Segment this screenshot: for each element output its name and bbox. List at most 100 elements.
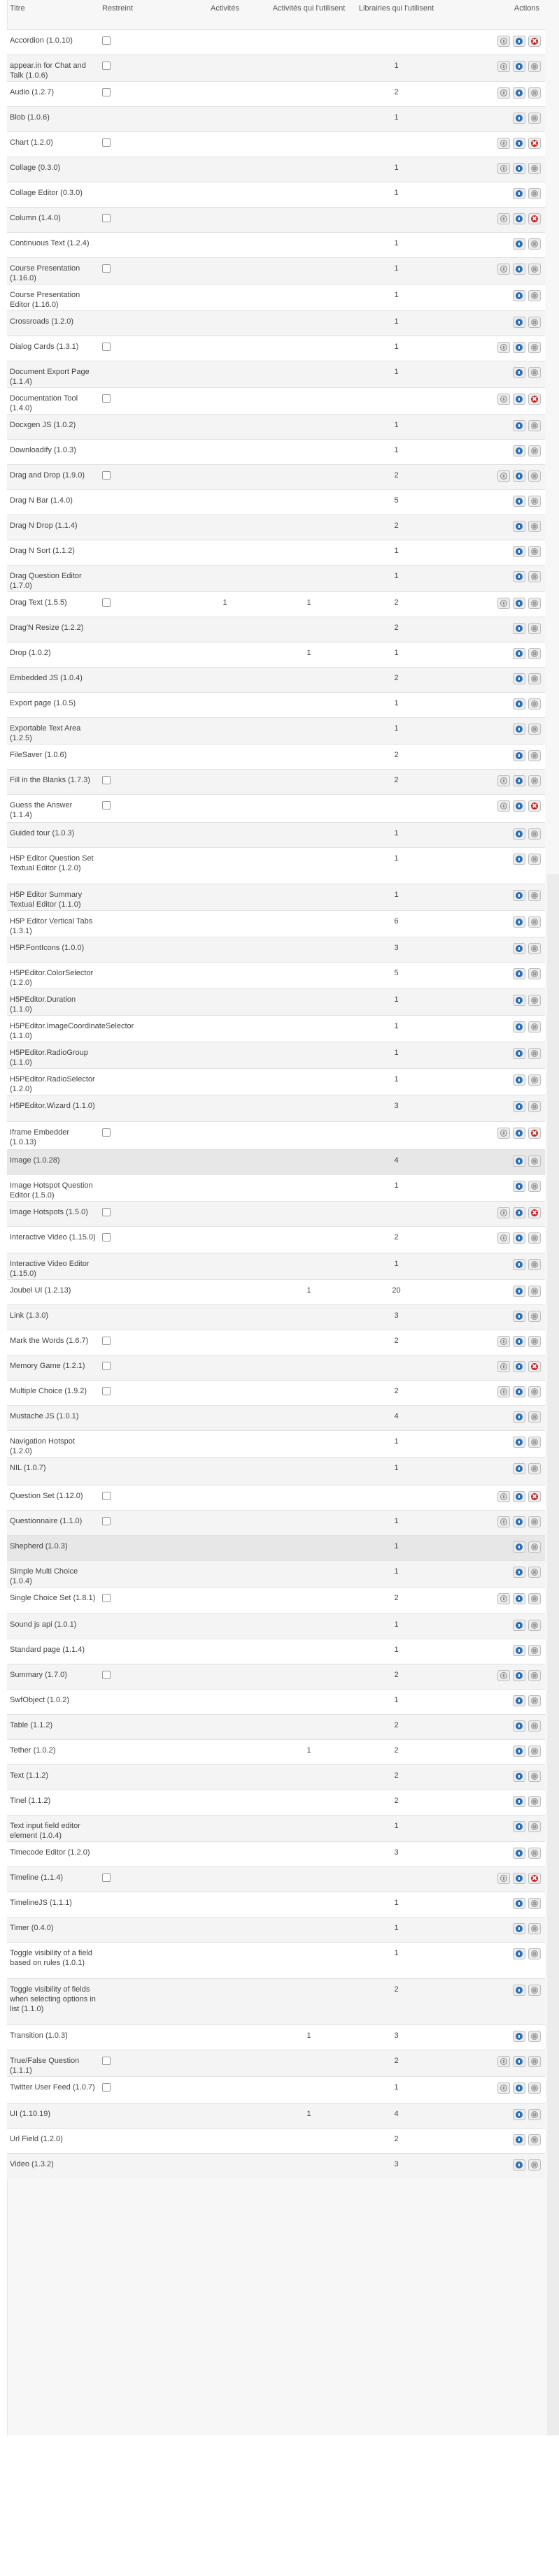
info-button[interactable] — [513, 1645, 525, 1656]
info-button[interactable] — [513, 1437, 525, 1448]
restricted-checkbox[interactable] — [102, 264, 111, 273]
info-button[interactable] — [513, 1670, 525, 1681]
upgrade-button[interactable] — [497, 1386, 510, 1397]
upgrade-button[interactable] — [497, 470, 510, 482]
upgrade-button[interactable] — [497, 342, 510, 353]
info-button[interactable] — [513, 2082, 525, 2094]
info-button[interactable] — [513, 317, 525, 328]
info-button[interactable] — [513, 2031, 525, 2042]
info-button[interactable] — [513, 264, 525, 275]
info-button[interactable] — [513, 1567, 525, 1578]
upgrade-button[interactable] — [497, 1232, 510, 1244]
restricted-checkbox[interactable] — [102, 1337, 111, 1345]
info-button[interactable] — [513, 1491, 525, 1502]
info-button[interactable] — [513, 698, 525, 710]
info-button[interactable] — [513, 445, 525, 456]
info-button[interactable] — [513, 546, 525, 557]
info-button[interactable] — [513, 1311, 525, 1322]
info-button[interactable] — [513, 2159, 525, 2171]
info-button[interactable] — [513, 290, 525, 301]
info-button[interactable] — [513, 598, 525, 609]
upgrade-button[interactable] — [497, 213, 510, 224]
info-button[interactable] — [513, 1336, 525, 1347]
restricted-checkbox[interactable] — [102, 1128, 111, 1137]
upgrade-button[interactable] — [497, 1670, 510, 1681]
info-button[interactable] — [513, 2056, 525, 2067]
restricted-checkbox[interactable] — [102, 1671, 111, 1679]
restricted-checkbox[interactable] — [102, 776, 111, 784]
info-button[interactable] — [513, 1695, 525, 1706]
restricted-checkbox[interactable] — [102, 1387, 111, 1395]
info-button[interactable] — [513, 521, 525, 532]
info-button[interactable] — [513, 1156, 525, 1167]
info-button[interactable] — [513, 36, 525, 47]
upgrade-button[interactable] — [497, 775, 510, 786]
info-button[interactable] — [513, 1771, 525, 1782]
info-button[interactable] — [513, 2109, 525, 2120]
info-button[interactable] — [513, 213, 525, 224]
restricted-checkbox[interactable] — [102, 394, 111, 403]
delete-button[interactable] — [528, 138, 541, 149]
info-button[interactable] — [513, 1720, 525, 1732]
upgrade-button[interactable] — [497, 1128, 510, 1139]
delete-button[interactable] — [528, 800, 541, 812]
info-button[interactable] — [513, 750, 525, 761]
delete-button[interactable] — [528, 213, 541, 224]
upgrade-button[interactable] — [497, 1516, 510, 1527]
info-button[interactable] — [513, 1074, 525, 1086]
info-button[interactable] — [513, 775, 525, 786]
info-button[interactable] — [513, 1128, 525, 1139]
upgrade-button[interactable] — [497, 163, 510, 174]
upgrade-button[interactable] — [497, 1491, 510, 1502]
restricted-checkbox[interactable] — [102, 471, 111, 480]
info-button[interactable] — [513, 1796, 525, 1807]
delete-button[interactable] — [528, 1491, 541, 1502]
info-button[interactable] — [513, 1848, 525, 1859]
info-button[interactable] — [513, 342, 525, 353]
restricted-checkbox[interactable] — [102, 36, 111, 45]
info-button[interactable] — [513, 394, 525, 405]
delete-button[interactable] — [528, 1207, 541, 1218]
restricted-checkbox[interactable] — [102, 1233, 111, 1242]
restricted-checkbox[interactable] — [102, 343, 111, 351]
info-button[interactable] — [513, 1181, 525, 1192]
info-button[interactable] — [513, 420, 525, 431]
info-button[interactable] — [513, 673, 525, 684]
info-button[interactable] — [513, 1985, 525, 1996]
info-button[interactable] — [513, 571, 525, 582]
info-button[interactable] — [513, 1286, 525, 1297]
upgrade-button[interactable] — [497, 1207, 510, 1218]
info-button[interactable] — [513, 367, 525, 378]
info-button[interactable] — [513, 724, 525, 735]
info-button[interactable] — [513, 800, 525, 812]
info-button[interactable] — [513, 623, 525, 634]
restricted-checkbox[interactable] — [102, 801, 111, 810]
info-button[interactable] — [513, 968, 525, 979]
restricted-checkbox[interactable] — [102, 1594, 111, 1602]
restricted-checkbox[interactable] — [102, 2057, 111, 2065]
info-button[interactable] — [513, 1232, 525, 1244]
restricted-checkbox[interactable] — [102, 138, 111, 147]
upgrade-button[interactable] — [497, 1873, 510, 1884]
restricted-checkbox[interactable] — [102, 1517, 111, 1525]
upgrade-button[interactable] — [497, 87, 510, 99]
restricted-checkbox[interactable] — [102, 598, 111, 607]
info-button[interactable] — [513, 916, 525, 928]
info-button[interactable] — [513, 113, 525, 124]
info-button[interactable] — [513, 828, 525, 840]
upgrade-button[interactable] — [497, 36, 510, 47]
info-button[interactable] — [513, 470, 525, 482]
delete-button[interactable] — [528, 1128, 541, 1139]
upgrade-button[interactable] — [497, 2082, 510, 2094]
info-button[interactable] — [513, 1593, 525, 1604]
info-button[interactable] — [513, 1463, 525, 1474]
upgrade-button[interactable] — [497, 1361, 510, 1372]
restricted-checkbox[interactable] — [102, 2083, 111, 2092]
info-button[interactable] — [513, 496, 525, 507]
info-button[interactable] — [513, 854, 525, 865]
info-button[interactable] — [513, 1873, 525, 1884]
upgrade-button[interactable] — [497, 138, 510, 149]
info-button[interactable] — [513, 138, 525, 149]
restricted-checkbox[interactable] — [102, 1492, 111, 1500]
upgrade-button[interactable] — [497, 264, 510, 275]
